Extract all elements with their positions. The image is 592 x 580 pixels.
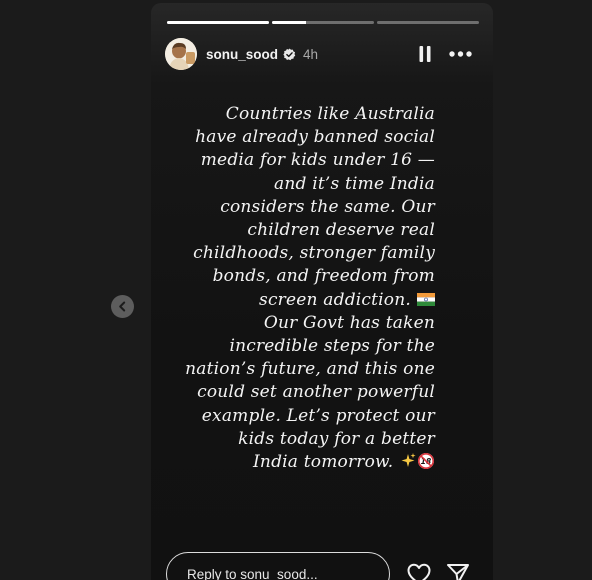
caption-line: Countries like Australia — [225, 104, 435, 124]
sparkles-icon — [401, 453, 416, 468]
story-progress-bar — [167, 21, 479, 24]
caption-line-with-flag: screen addiction. — [159, 289, 435, 312]
story-header: sonu_sood 4h — [165, 37, 481, 71]
send-icon — [447, 564, 469, 580]
caption-line: have already banned social — [195, 127, 435, 148]
progress-fill — [272, 21, 306, 24]
story-viewer: sonu_sood 4h Countries like Australia ha… — [0, 0, 592, 580]
progress-segment — [272, 21, 374, 24]
caption-line: children deserve real — [247, 220, 435, 241]
progress-fill — [167, 21, 269, 24]
caption-line: incredible steps for the — [229, 336, 435, 357]
story-caption: Countries like Australia have already ba… — [159, 103, 435, 474]
progress-segment — [377, 21, 479, 24]
caption-line: considers the same. Our — [220, 196, 435, 217]
previous-story-button[interactable] — [111, 295, 134, 318]
verified-badge-icon — [283, 48, 296, 60]
heart-icon — [407, 563, 431, 580]
username[interactable]: sonu_sood — [206, 47, 278, 62]
avatar[interactable] — [165, 38, 197, 70]
caption-line: example. Let’s protect our — [201, 405, 435, 426]
caption-line-with-emoji: India tomorrow. 18 — [159, 451, 435, 474]
caption-line: nation’s future, and this one — [185, 359, 435, 380]
more-options-icon — [449, 51, 472, 57]
caption-line: bonds, and freedom from — [212, 266, 435, 287]
more-options-button[interactable] — [447, 43, 475, 65]
pause-icon — [419, 46, 431, 62]
caption-line: Our Govt has taken — [263, 312, 435, 333]
caption-line: screen addiction. — [259, 289, 411, 310]
caption-line: kids today for a better — [238, 428, 435, 449]
no-under-18-icon: 18 — [418, 453, 434, 470]
caption-line: and it’s time India — [274, 173, 435, 194]
caption-line: could set another powerful — [197, 382, 435, 403]
india-flag-icon — [417, 292, 435, 306]
reply-input[interactable] — [166, 552, 390, 580]
chevron-left-icon — [119, 301, 126, 312]
story-card[interactable]: sonu_sood 4h Countries like Australia ha… — [151, 3, 493, 580]
progress-segment — [167, 21, 269, 24]
caption-line: media for kids under 16 — — [200, 150, 435, 171]
caption-line: childhoods, stronger family — [193, 243, 435, 264]
share-button[interactable] — [445, 562, 471, 580]
avatar-image — [165, 38, 197, 70]
pause-button[interactable] — [417, 45, 433, 63]
caption-line: India tomorrow. — [253, 452, 394, 473]
post-time: 4h — [303, 46, 319, 62]
like-button[interactable] — [406, 562, 432, 580]
